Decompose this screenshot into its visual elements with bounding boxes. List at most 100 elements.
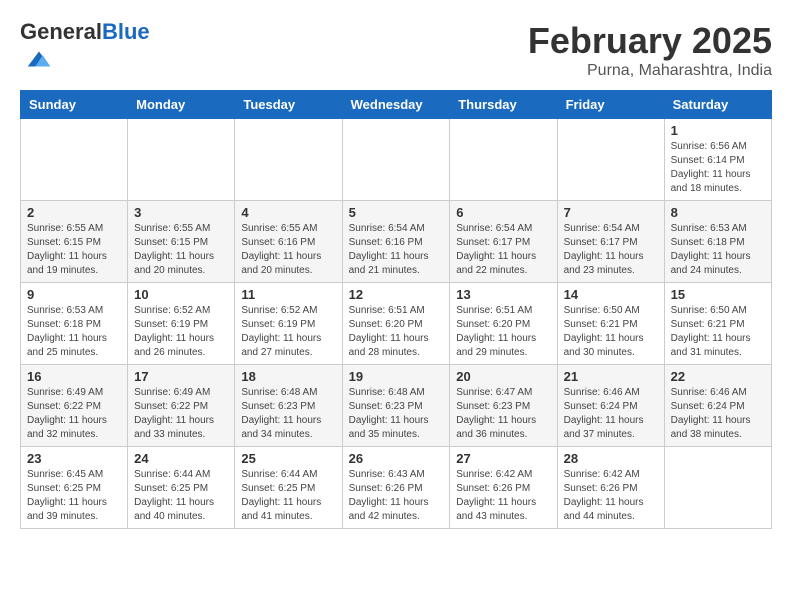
calendar-cell: 11Sunrise: 6:52 AM Sunset: 6:19 PM Dayli… xyxy=(235,283,342,365)
calendar-cell: 1 Sunrise: 6:56 AM Sunset: 6:14 PM Daylig… xyxy=(664,119,771,201)
day-info: Sunrise: 6:44 AM Sunset: 6:25 PM Dayligh… xyxy=(241,468,335,524)
logo-icon xyxy=(24,44,54,74)
calendar-cell: 20Sunrise: 6:47 AM Sunset: 6:23 PM Dayli… xyxy=(450,365,557,447)
calendar-cell: 17Sunrise: 6:49 AM Sunset: 6:22 PM Dayli… xyxy=(128,365,235,447)
title-area: February 2025 Purna, Maharashtra, India xyxy=(528,20,772,80)
calendar-cell xyxy=(450,119,557,201)
day-number: 26 xyxy=(349,451,444,466)
calendar-table: SundayMondayTuesdayWednesdayThursdayFrid… xyxy=(20,90,772,529)
day-number: 5 xyxy=(349,205,444,220)
day-info: Sunrise: 6:53 AM Sunset: 6:18 PM Dayligh… xyxy=(671,222,765,278)
calendar-header-wednesday: Wednesday xyxy=(342,91,450,119)
calendar-header-row: SundayMondayTuesdayWednesdayThursdayFrid… xyxy=(21,91,772,119)
day-number: 21 xyxy=(564,369,658,384)
day-number: 2 xyxy=(27,205,121,220)
day-info: Sunrise: 6:56 AM Sunset: 6:14 PM Dayligh… xyxy=(671,140,765,196)
calendar-cell: 13Sunrise: 6:51 AM Sunset: 6:20 PM Dayli… xyxy=(450,283,557,365)
calendar-cell: 10 Sunrise: 6:52 AM Sunset: 6:19 PM Dayli… xyxy=(128,283,235,365)
calendar-cell: 25 Sunrise: 6:44 AM Sunset: 6:25 PM Dayli… xyxy=(235,447,342,529)
day-info: Sunrise: 6:52 AM Sunset: 6:19 PM Dayligh… xyxy=(134,304,228,360)
calendar-cell: 8 Sunrise: 6:53 AM Sunset: 6:18 PM Daylig… xyxy=(664,201,771,283)
day-number: 22 xyxy=(671,369,765,384)
calendar-cell: 24Sunrise: 6:44 AM Sunset: 6:25 PM Dayli… xyxy=(128,447,235,529)
calendar-header-sunday: Sunday xyxy=(21,91,128,119)
day-info: Sunrise: 6:42 AM Sunset: 6:26 PM Dayligh… xyxy=(564,468,658,524)
calendar-cell: 19 Sunrise: 6:48 AM Sunset: 6:23 PM Dayli… xyxy=(342,365,450,447)
day-info: Sunrise: 6:55 AM Sunset: 6:15 PM Dayligh… xyxy=(134,222,228,278)
calendar-cell: 7 Sunrise: 6:54 AM Sunset: 6:17 PM Daylig… xyxy=(557,201,664,283)
calendar-cell: 9Sunrise: 6:53 AM Sunset: 6:18 PM Daylig… xyxy=(21,283,128,365)
day-number: 8 xyxy=(671,205,765,220)
day-number: 1 xyxy=(671,123,765,138)
calendar-cell: 12 Sunrise: 6:51 AM Sunset: 6:20 PM Dayli… xyxy=(342,283,450,365)
day-info: Sunrise: 6:55 AM Sunset: 6:16 PM Dayligh… xyxy=(241,222,335,278)
day-number: 20 xyxy=(456,369,550,384)
calendar-cell xyxy=(557,119,664,201)
calendar-cell xyxy=(664,447,771,529)
calendar-cell: 4 Sunrise: 6:55 AM Sunset: 6:16 PM Daylig… xyxy=(235,201,342,283)
day-number: 7 xyxy=(564,205,658,220)
day-number: 12 xyxy=(349,287,444,302)
day-number: 28 xyxy=(564,451,658,466)
day-info: Sunrise: 6:46 AM Sunset: 6:24 PM Dayligh… xyxy=(671,386,765,442)
calendar-cell: 2 Sunrise: 6:55 AM Sunset: 6:15 PM Daylig… xyxy=(21,201,128,283)
logo-blue: Blue xyxy=(102,19,150,44)
day-info: Sunrise: 6:55 AM Sunset: 6:15 PM Dayligh… xyxy=(27,222,121,278)
day-info: Sunrise: 6:45 AM Sunset: 6:25 PM Dayligh… xyxy=(27,468,121,524)
day-number: 15 xyxy=(671,287,765,302)
day-info: Sunrise: 6:49 AM Sunset: 6:22 PM Dayligh… xyxy=(134,386,228,442)
calendar-header-saturday: Saturday xyxy=(664,91,771,119)
calendar-cell: 5 Sunrise: 6:54 AM Sunset: 6:16 PM Daylig… xyxy=(342,201,450,283)
day-info: Sunrise: 6:48 AM Sunset: 6:23 PM Dayligh… xyxy=(349,386,444,442)
calendar-week-2: 2 Sunrise: 6:55 AM Sunset: 6:15 PM Daylig… xyxy=(21,201,772,283)
day-info: Sunrise: 6:54 AM Sunset: 6:17 PM Dayligh… xyxy=(564,222,658,278)
calendar-week-5: 23Sunrise: 6:45 AM Sunset: 6:25 PM Dayli… xyxy=(21,447,772,529)
day-number: 16 xyxy=(27,369,121,384)
calendar-cell: 15Sunrise: 6:50 AM Sunset: 6:21 PM Dayli… xyxy=(664,283,771,365)
calendar-cell: 21 Sunrise: 6:46 AM Sunset: 6:24 PM Dayli… xyxy=(557,365,664,447)
logo: GeneralBlue xyxy=(20,20,150,79)
calendar-cell: 6 Sunrise: 6:54 AM Sunset: 6:17 PM Daylig… xyxy=(450,201,557,283)
day-number: 3 xyxy=(134,205,228,220)
day-number: 6 xyxy=(456,205,550,220)
day-number: 19 xyxy=(349,369,444,384)
day-number: 4 xyxy=(241,205,335,220)
calendar-cell xyxy=(342,119,450,201)
calendar-week-4: 16 Sunrise: 6:49 AM Sunset: 6:22 PM Dayli… xyxy=(21,365,772,447)
day-info: Sunrise: 6:48 AM Sunset: 6:23 PM Dayligh… xyxy=(241,386,335,442)
day-number: 13 xyxy=(456,287,550,302)
calendar-header-tuesday: Tuesday xyxy=(235,91,342,119)
header: GeneralBlue February 2025 Purna, Maharas… xyxy=(20,20,772,80)
calendar-cell: 23Sunrise: 6:45 AM Sunset: 6:25 PM Dayli… xyxy=(21,447,128,529)
day-info: Sunrise: 6:54 AM Sunset: 6:16 PM Dayligh… xyxy=(349,222,444,278)
day-info: Sunrise: 6:46 AM Sunset: 6:24 PM Dayligh… xyxy=(564,386,658,442)
sub-title: Purna, Maharashtra, India xyxy=(528,62,772,80)
calendar-week-3: 9Sunrise: 6:53 AM Sunset: 6:18 PM Daylig… xyxy=(21,283,772,365)
calendar-cell xyxy=(235,119,342,201)
calendar-header-thursday: Thursday xyxy=(450,91,557,119)
day-info: Sunrise: 6:54 AM Sunset: 6:17 PM Dayligh… xyxy=(456,222,550,278)
calendar-cell: 14Sunrise: 6:50 AM Sunset: 6:21 PM Dayli… xyxy=(557,283,664,365)
day-number: 27 xyxy=(456,451,550,466)
day-number: 24 xyxy=(134,451,228,466)
calendar-cell: 28 Sunrise: 6:42 AM Sunset: 6:26 PM Dayli… xyxy=(557,447,664,529)
calendar-header-friday: Friday xyxy=(557,91,664,119)
day-info: Sunrise: 6:51 AM Sunset: 6:20 PM Dayligh… xyxy=(349,304,444,360)
main-title: February 2025 xyxy=(528,20,772,62)
day-number: 11 xyxy=(241,287,335,302)
calendar-cell: 16 Sunrise: 6:49 AM Sunset: 6:22 PM Dayli… xyxy=(21,365,128,447)
calendar-cell: 22 Sunrise: 6:46 AM Sunset: 6:24 PM Dayli… xyxy=(664,365,771,447)
calendar-cell: 18 Sunrise: 6:48 AM Sunset: 6:23 PM Dayli… xyxy=(235,365,342,447)
calendar-week-1: 1 Sunrise: 6:56 AM Sunset: 6:14 PM Daylig… xyxy=(21,119,772,201)
day-number: 9 xyxy=(27,287,121,302)
day-info: Sunrise: 6:43 AM Sunset: 6:26 PM Dayligh… xyxy=(349,468,444,524)
day-info: Sunrise: 6:49 AM Sunset: 6:22 PM Dayligh… xyxy=(27,386,121,442)
calendar-header-monday: Monday xyxy=(128,91,235,119)
calendar-cell: 26 Sunrise: 6:43 AM Sunset: 6:26 PM Dayli… xyxy=(342,447,450,529)
day-number: 25 xyxy=(241,451,335,466)
day-number: 10 xyxy=(134,287,228,302)
day-number: 18 xyxy=(241,369,335,384)
calendar-cell xyxy=(128,119,235,201)
day-info: Sunrise: 6:50 AM Sunset: 6:21 PM Dayligh… xyxy=(564,304,658,360)
calendar-cell xyxy=(21,119,128,201)
